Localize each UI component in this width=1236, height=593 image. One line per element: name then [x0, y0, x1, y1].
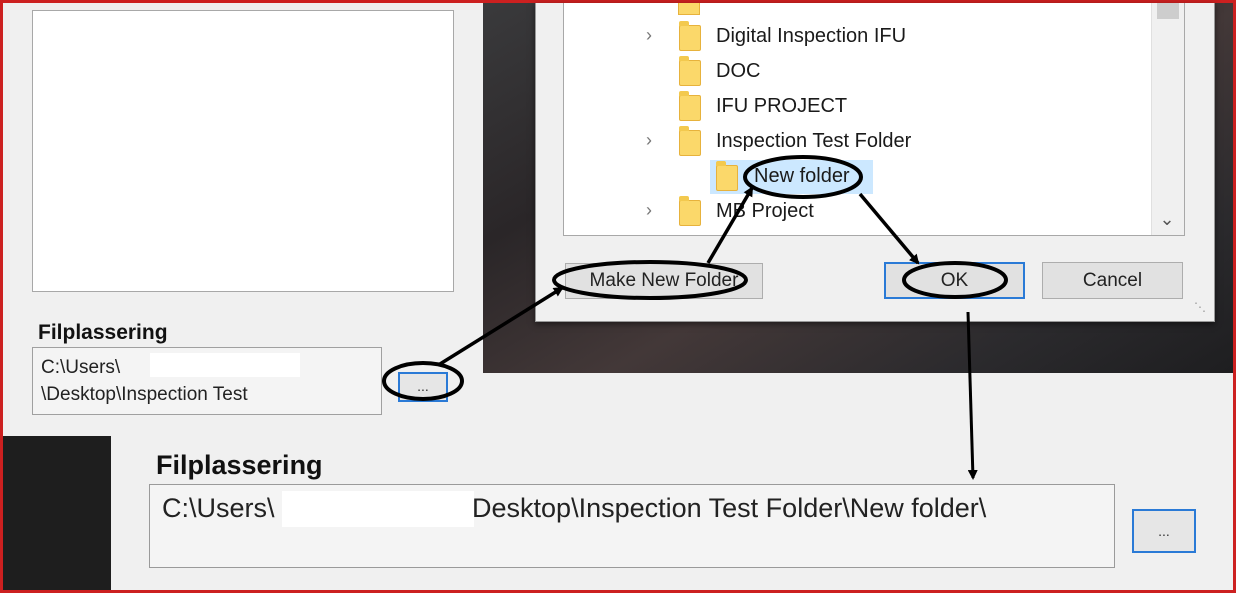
redacted-username — [282, 491, 474, 527]
redacted-username — [150, 353, 300, 377]
tree-item-label: Inspection Test Folder — [716, 130, 912, 152]
folder-icon — [716, 161, 738, 191]
tree-item-label: MB Project — [716, 200, 814, 222]
resize-grip-icon[interactable]: ⋱ — [1194, 300, 1208, 314]
folder-icon — [679, 126, 701, 156]
ok-button[interactable]: OK — [884, 262, 1025, 299]
tree-item-label: New folder — [754, 165, 850, 187]
file-location-label: Filplassering — [38, 321, 168, 344]
folder-icon — [679, 21, 701, 51]
path-suffix: \Desktop\Inspection Test Folder\New fold… — [464, 493, 987, 523]
scrollbar-thumb[interactable] — [1157, 3, 1179, 19]
make-new-folder-button[interactable]: Make New Folder — [565, 263, 763, 299]
tree-item-label: IFU PROJECT — [716, 95, 848, 117]
tree-scrollbar[interactable] — [1151, 3, 1184, 235]
chevron-right-icon[interactable]: › — [646, 200, 652, 221]
chevron-right-icon[interactable]: › — [646, 25, 652, 46]
folder-icon — [678, 3, 700, 15]
tree-item-label: Digital Inspection IFU — [716, 25, 907, 47]
chevron-right-icon[interactable]: › — [646, 130, 652, 151]
browse-button-result[interactable]: ... — [1132, 509, 1196, 553]
cancel-button[interactable]: Cancel — [1042, 262, 1183, 299]
folder-icon — [679, 91, 701, 121]
dark-side-strip — [3, 436, 111, 590]
folder-icon — [679, 56, 701, 86]
chevron-down-icon[interactable]: ⌄ — [1156, 208, 1178, 230]
path-prefix: C:\Users\ — [162, 493, 275, 523]
tree-item-label: DOC — [716, 60, 761, 82]
path-line-2: \Desktop\Inspection Test — [41, 384, 248, 405]
browse-button[interactable]: ... — [398, 372, 448, 402]
file-list-panel — [32, 10, 454, 292]
file-location-label-result: Filplassering — [156, 450, 323, 480]
folder-icon — [679, 196, 701, 226]
